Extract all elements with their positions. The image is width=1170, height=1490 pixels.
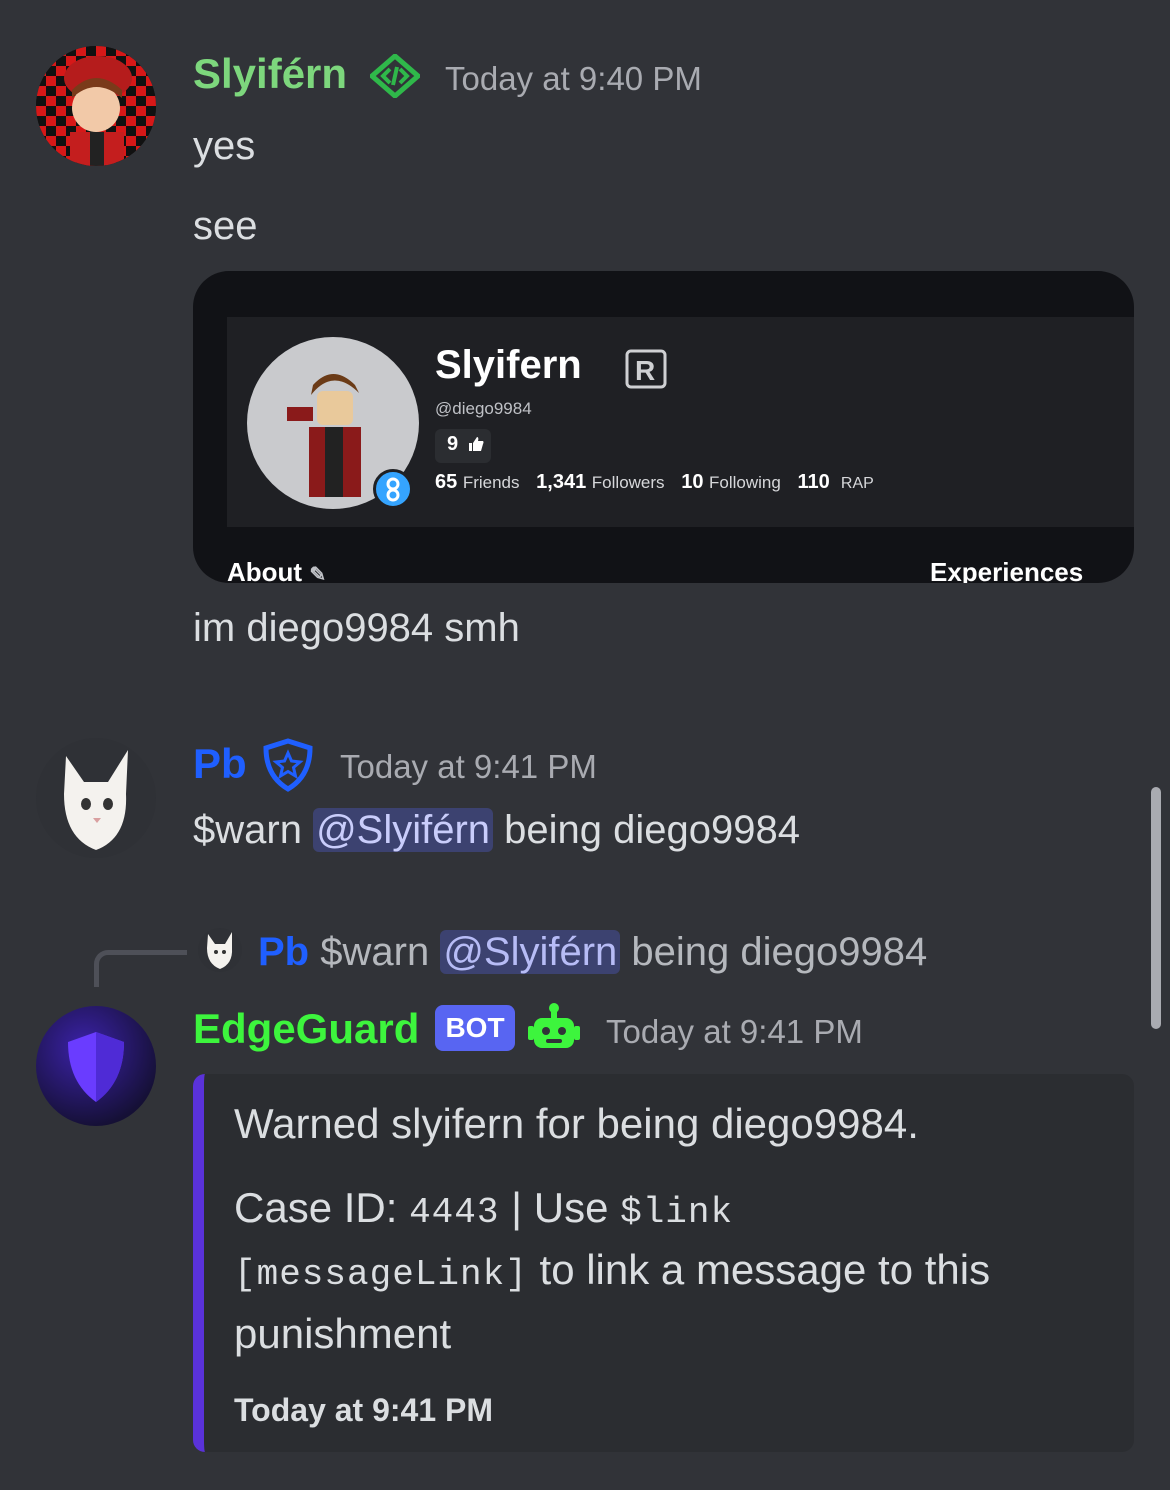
profile-handle: @diego9984 — [435, 399, 532, 418]
use-text: | Use — [499, 1184, 621, 1231]
premium-icon: R — [625, 349, 667, 389]
message-text: see — [193, 204, 258, 248]
message-timestamp: Today at 9:41 PM — [340, 748, 597, 785]
embed-footer-timestamp: Today at 9:41 PM — [234, 1392, 494, 1428]
reply-preview[interactable]: Pb $warn @Slyiférn being diego9984 — [258, 930, 927, 975]
rap-label: RAP — [840, 475, 874, 492]
followers-label[interactable]: Followers — [592, 473, 665, 492]
following-label[interactable]: Following — [709, 473, 781, 492]
cat-avatar-icon — [207, 932, 233, 969]
profile-display-name: Slyifern — [435, 343, 582, 387]
shield-icon — [68, 1032, 124, 1102]
likes-count: 9 — [447, 433, 459, 455]
command-text: $warn — [193, 808, 314, 852]
developer-badge-icon[interactable] — [368, 52, 422, 100]
reply-args: being diego9984 — [620, 930, 928, 974]
thumbs-up-icon — [467, 435, 485, 453]
embed-case-line: Case ID: 4443 | Use $link — [234, 1184, 733, 1233]
reply-pb-avatar[interactable] — [198, 928, 242, 972]
command-args: being diego9984 — [493, 808, 800, 852]
message-timestamp: Today at 9:40 PM — [445, 60, 702, 97]
followers-count: 1,341 — [536, 471, 587, 493]
message-text: $warn @Slyiférn being diego9984 — [193, 808, 800, 853]
reply-command: $warn — [320, 930, 441, 974]
case-id: 4443 — [409, 1192, 500, 1233]
embed-link-line: [messageLink] to link a message to this — [234, 1246, 990, 1295]
scrollbar-thumb[interactable] — [1151, 787, 1161, 1029]
reply-author[interactable]: Pb — [258, 930, 309, 974]
experiences-heading: Experiences — [930, 557, 1084, 583]
online-status-icon — [373, 469, 413, 509]
friends-label[interactable]: Friends — [463, 473, 520, 492]
warning-embed: Warned slyifern for being diego9984. Cas… — [193, 1074, 1134, 1452]
slyifern-avatar[interactable] — [36, 46, 156, 166]
profile-card: Slyifern R @diego9984 9 65 Friends 1,341… — [227, 317, 1134, 527]
pb-avatar[interactable] — [36, 738, 156, 858]
reply-mention[interactable]: @Slyiférn — [440, 930, 621, 974]
edgeguard-avatar[interactable] — [36, 1006, 156, 1126]
cat-avatar-icon — [64, 750, 128, 850]
checker-avatar-icon — [36, 46, 156, 166]
message-timestamp: Today at 9:41 PM — [606, 1013, 863, 1050]
user-mention[interactable]: @Slyiférn — [313, 808, 494, 852]
embed-text: punishment — [234, 1310, 452, 1357]
embed-title: Warned slyifern for being diego9984. — [234, 1100, 919, 1147]
shield-star-icon[interactable] — [260, 738, 316, 792]
message-text: yes — [193, 124, 256, 168]
about-heading: About ✎ — [227, 557, 326, 583]
author-name[interactable]: Slyiférn — [193, 50, 347, 98]
following-count: 10 — [681, 471, 704, 493]
friends-count: 65 — [435, 471, 458, 493]
message-text: im diego9984 smh — [193, 606, 520, 650]
case-label: Case ID: — [234, 1184, 410, 1231]
reply-connector — [94, 950, 187, 987]
embed-text: to link a message to this — [527, 1246, 991, 1293]
robot-icon — [526, 1002, 582, 1056]
attached-image[interactable]: Slyifern R @diego9984 9 65 Friends 1,341… — [193, 271, 1134, 583]
stats-row: 65 Friends 1,341 Followers 10 Following … — [435, 471, 874, 494]
author-name[interactable]: EdgeGuard — [193, 1005, 419, 1053]
about-label: About — [227, 557, 303, 583]
rap-count: 110 — [797, 471, 830, 493]
author-name[interactable]: Pb — [193, 740, 247, 788]
svg-text:R: R — [635, 355, 655, 386]
message-link-placeholder: [messageLink] — [234, 1254, 528, 1295]
edit-icon[interactable]: ✎ — [309, 564, 326, 583]
bot-badge: BOT — [435, 1005, 515, 1051]
link-command: $link — [620, 1192, 734, 1233]
